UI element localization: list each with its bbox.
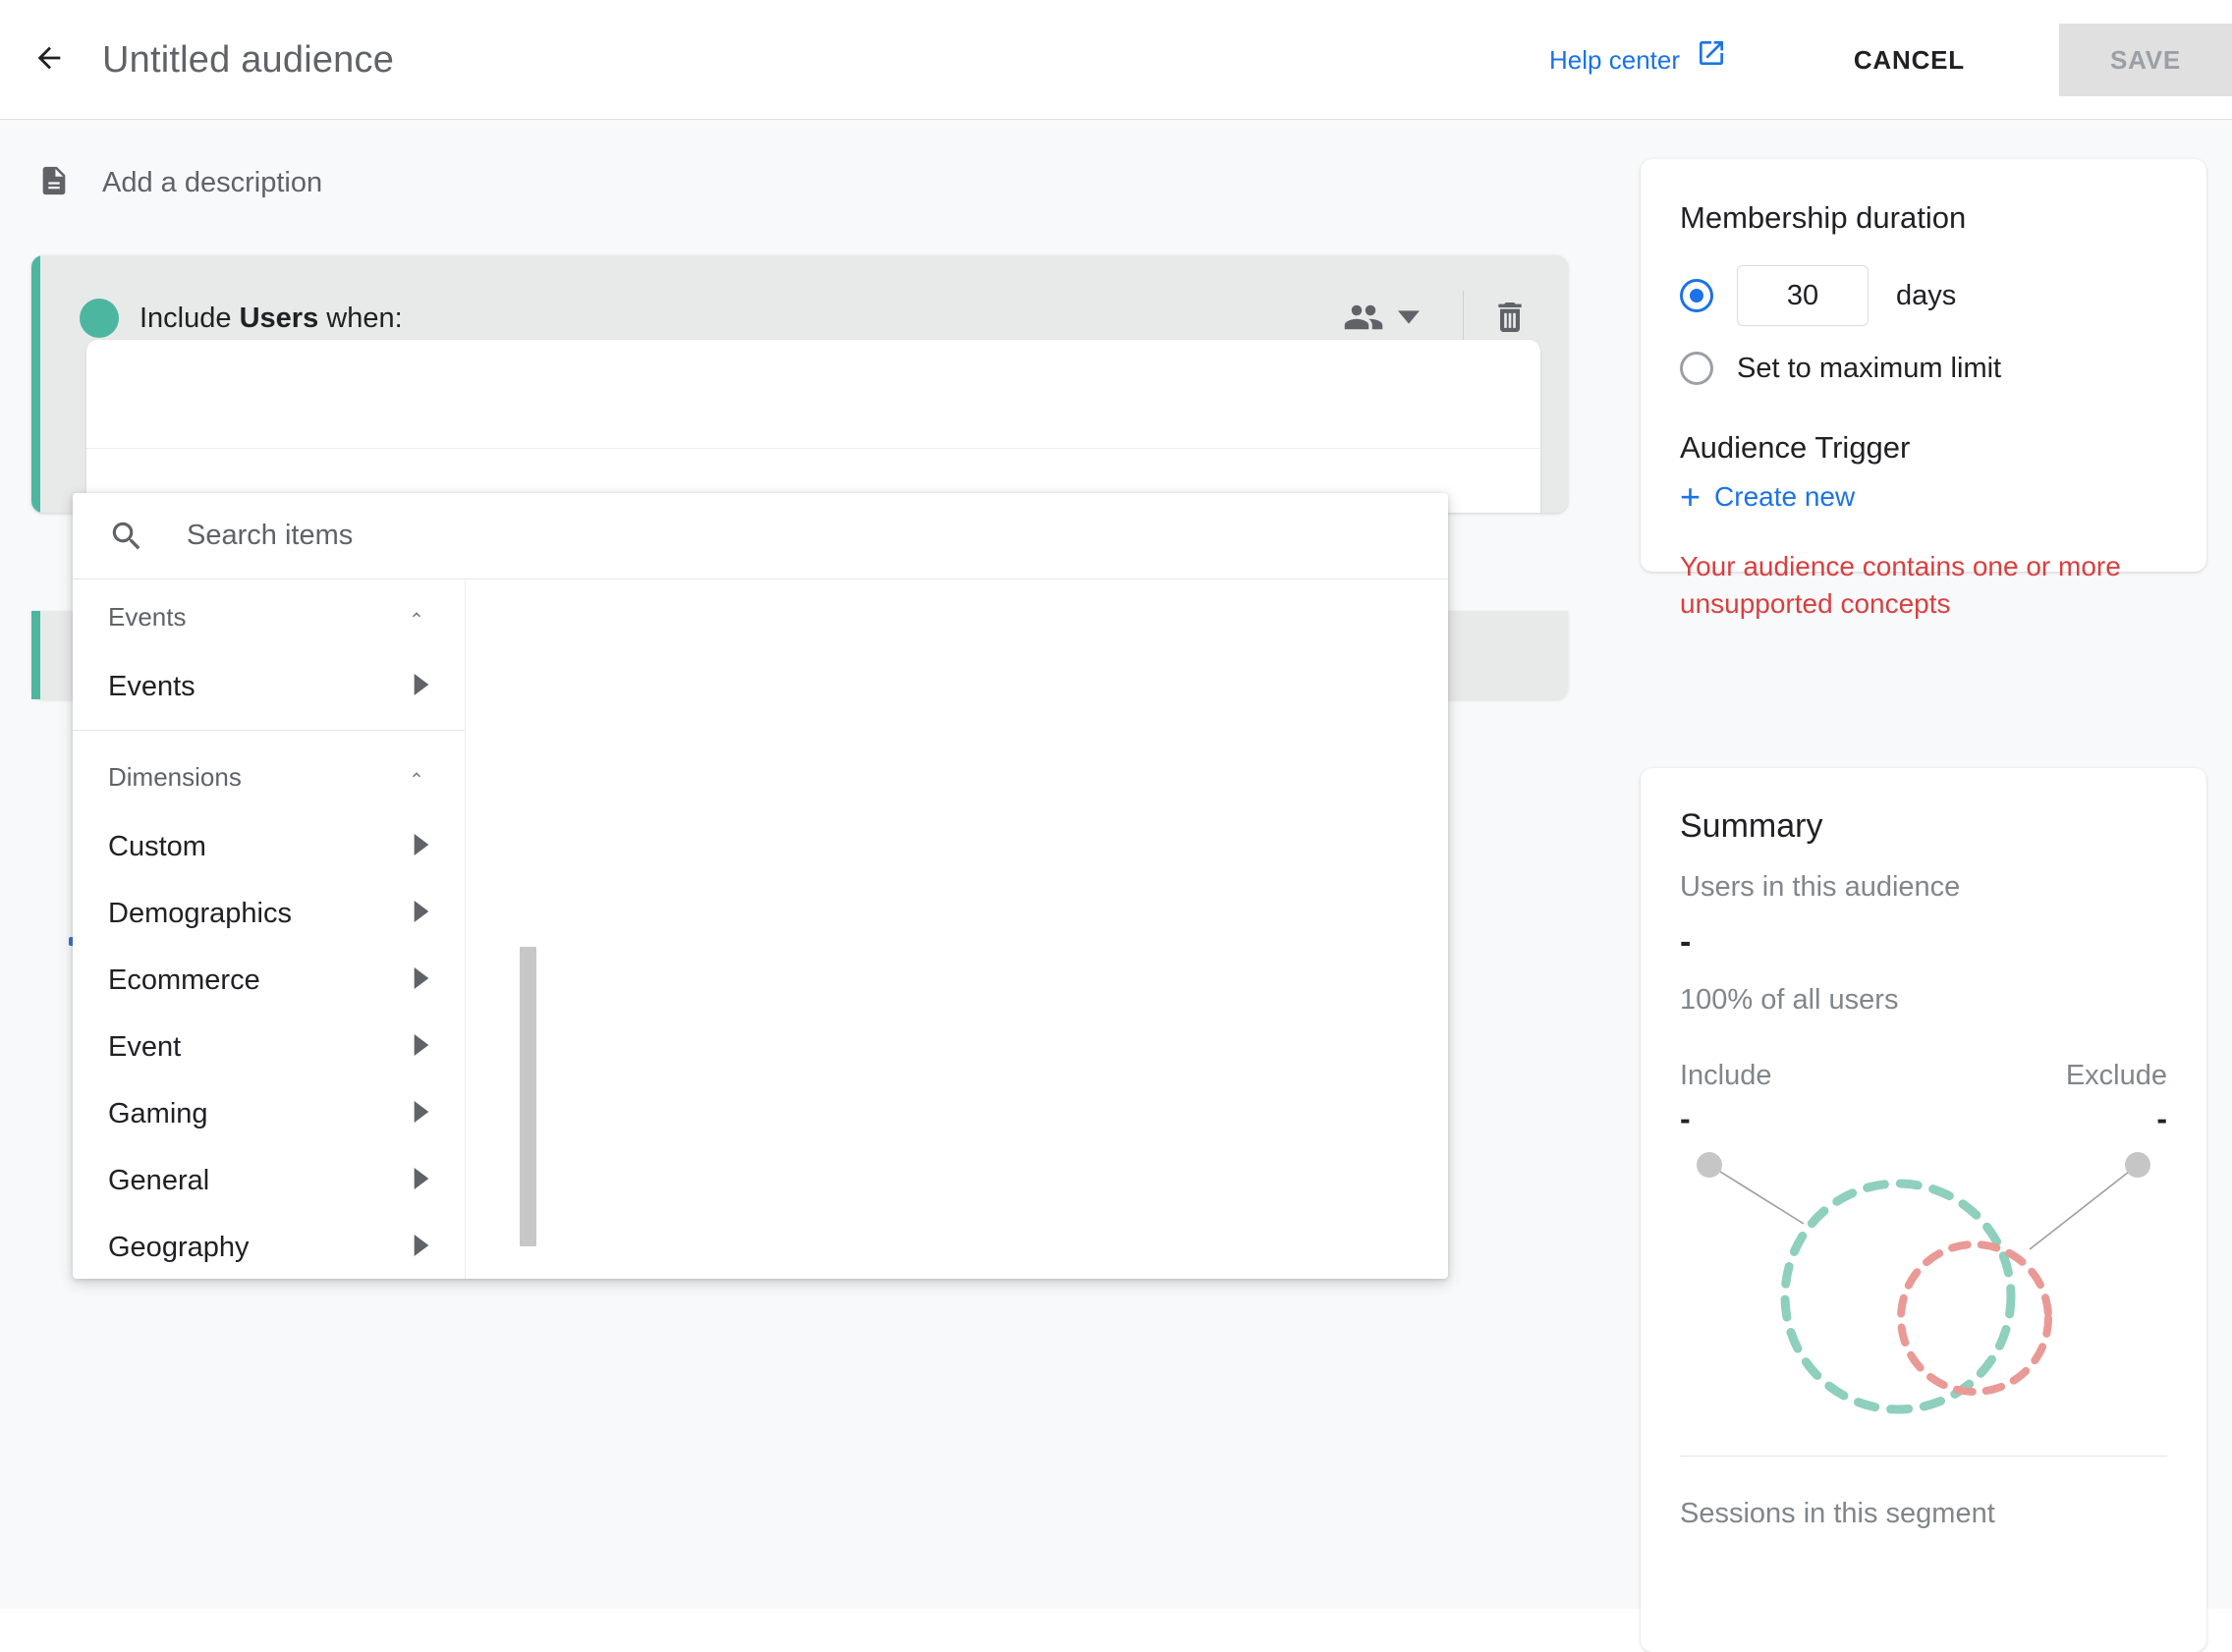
list-item-label: Gaming [108,1097,208,1129]
venn-diagram [1680,1139,2167,1434]
membership-duration-title: Membership duration [1680,200,1967,235]
list-item-label: Geography [108,1231,250,1263]
list-item-label: Custom [108,830,206,862]
summary-title: Summary [1680,807,1823,845]
exclude-leader-dot [2125,1152,2150,1178]
condition-builder-divider [86,448,1540,449]
users-in-audience-value: - [1680,923,1692,961]
arrow-left-icon [32,41,66,80]
search-row [73,493,1448,579]
exclude-value: - [2156,1101,2167,1136]
chevron-right-icon [414,966,429,994]
exclude-leader-line [2029,1164,2139,1250]
chevron-right-icon [414,1100,429,1128]
venn-values: - - [1680,1101,2167,1136]
people-icon [1343,297,1384,343]
summary-card: Summary Users in this audience - 100% of… [1641,768,2206,1652]
chevron-down-icon [1398,309,1420,329]
create-new-trigger-button[interactable]: + Create new [1680,476,2167,517]
duration-days-row: days [1680,265,2167,326]
list-item-label: Demographics [108,897,292,929]
maximum-limit-label: Set to maximum limit [1737,352,2002,384]
dropdown-scrollbar-thumb[interactable] [520,947,536,1246]
body-area: Add a description Include Users when: Se… [0,120,2232,1652]
include-circle [1780,1179,2016,1414]
search-input[interactable] [185,519,1364,553]
condition-builder-panel[interactable] [86,340,1540,513]
cancel-button[interactable]: CANCEL [1854,35,1965,84]
page-title: Untitled audience [102,39,395,81]
radio-maximum-limit[interactable] [1680,352,1713,385]
group-label: Events [108,601,187,632]
trash-icon [1490,298,1530,342]
group-divider [73,730,465,731]
item-picker-dropdown: Events Events Dimensions Custo [73,493,1448,1279]
description-placeholder: Add a description [102,167,323,198]
days-label: days [1896,279,1957,311]
venn-headers: Include Exclude [1680,1060,2167,1092]
condition-suffix: when: [318,303,403,334]
help-center-label: Help center [1549,45,1680,75]
chevron-right-icon [414,1167,429,1194]
include-label: Include [1680,1060,1772,1091]
membership-duration-card: Membership duration days Set to maximum … [1641,159,2206,619]
users-in-audience-label: Users in this audience [1680,871,1961,903]
chevron-up-icon [404,607,429,628]
radio-duration-days[interactable] [1680,279,1713,312]
search-icon [108,518,145,555]
chevron-right-icon [414,1033,429,1061]
chevron-right-icon [414,900,429,927]
summary-divider [1680,1456,2167,1457]
list-item[interactable]: Events [73,653,465,720]
exclude-label: Exclude [2065,1060,2167,1091]
list-item-label: Events [108,670,195,702]
help-center-link[interactable]: Help center [1549,35,1727,84]
unsupported-concepts-error: Your audience contains one or more unsup… [1680,551,2121,619]
percent-of-all-users: 100% of all users [1680,984,1899,1016]
list-item[interactable]: Gaming [73,1080,465,1147]
chevron-right-icon [414,1234,429,1261]
list-item[interactable]: Event [73,1014,465,1080]
list-item[interactable]: General [73,1147,465,1214]
condition-card: Include Users when: [31,255,1568,513]
condition-label: Include Users when: [140,299,403,338]
condition-color-dot [80,299,119,338]
list-item[interactable]: Demographics [73,880,465,947]
app-header: Untitled audience Help center CANCEL SAV… [0,0,2232,120]
audience-trigger-title: Audience Trigger [1680,430,1911,465]
list-item-label: Event [108,1030,182,1063]
include-value: - [1680,1101,1691,1136]
list-item[interactable]: Ecommerce [73,947,465,1014]
plus-icon: + [1680,476,1702,517]
include-leader-dot [1697,1152,1722,1178]
days-input[interactable] [1737,265,1869,326]
condition-scope: Users [239,303,319,334]
create-new-label: Create new [1714,481,1856,512]
category-list: Events Events Dimensions Custom Demograp… [73,580,466,1279]
open-in-new-icon [1696,35,1727,84]
chevron-right-icon [414,673,429,700]
chevron-right-icon [414,833,429,860]
exclude-circle [1897,1240,2052,1396]
save-button[interactable]: SAVE [2059,24,2232,96]
condition-accent-bar [31,255,40,513]
sessions-in-segment-label: Sessions in this segment [1680,1498,1995,1529]
list-item[interactable]: Geography [73,1214,465,1279]
list-item-label: General [108,1164,210,1196]
back-button[interactable] [22,32,77,87]
group-header-dimensions[interactable]: Dimensions [73,741,465,813]
duration-max-row: Set to maximum limit [1680,352,2167,385]
list-item-label: Ecommerce [108,964,260,996]
chevron-up-icon [404,767,429,788]
list-item[interactable]: Custom [73,813,465,880]
group-label: Dimensions [108,761,242,792]
description-row[interactable]: Add a description [37,161,322,205]
include-leader-line [1708,1164,1805,1225]
description-icon [37,161,71,205]
condition-prefix: Include [140,303,240,334]
group-header-events[interactable]: Events [73,580,465,653]
condition-footer-accent-bar [31,611,40,699]
